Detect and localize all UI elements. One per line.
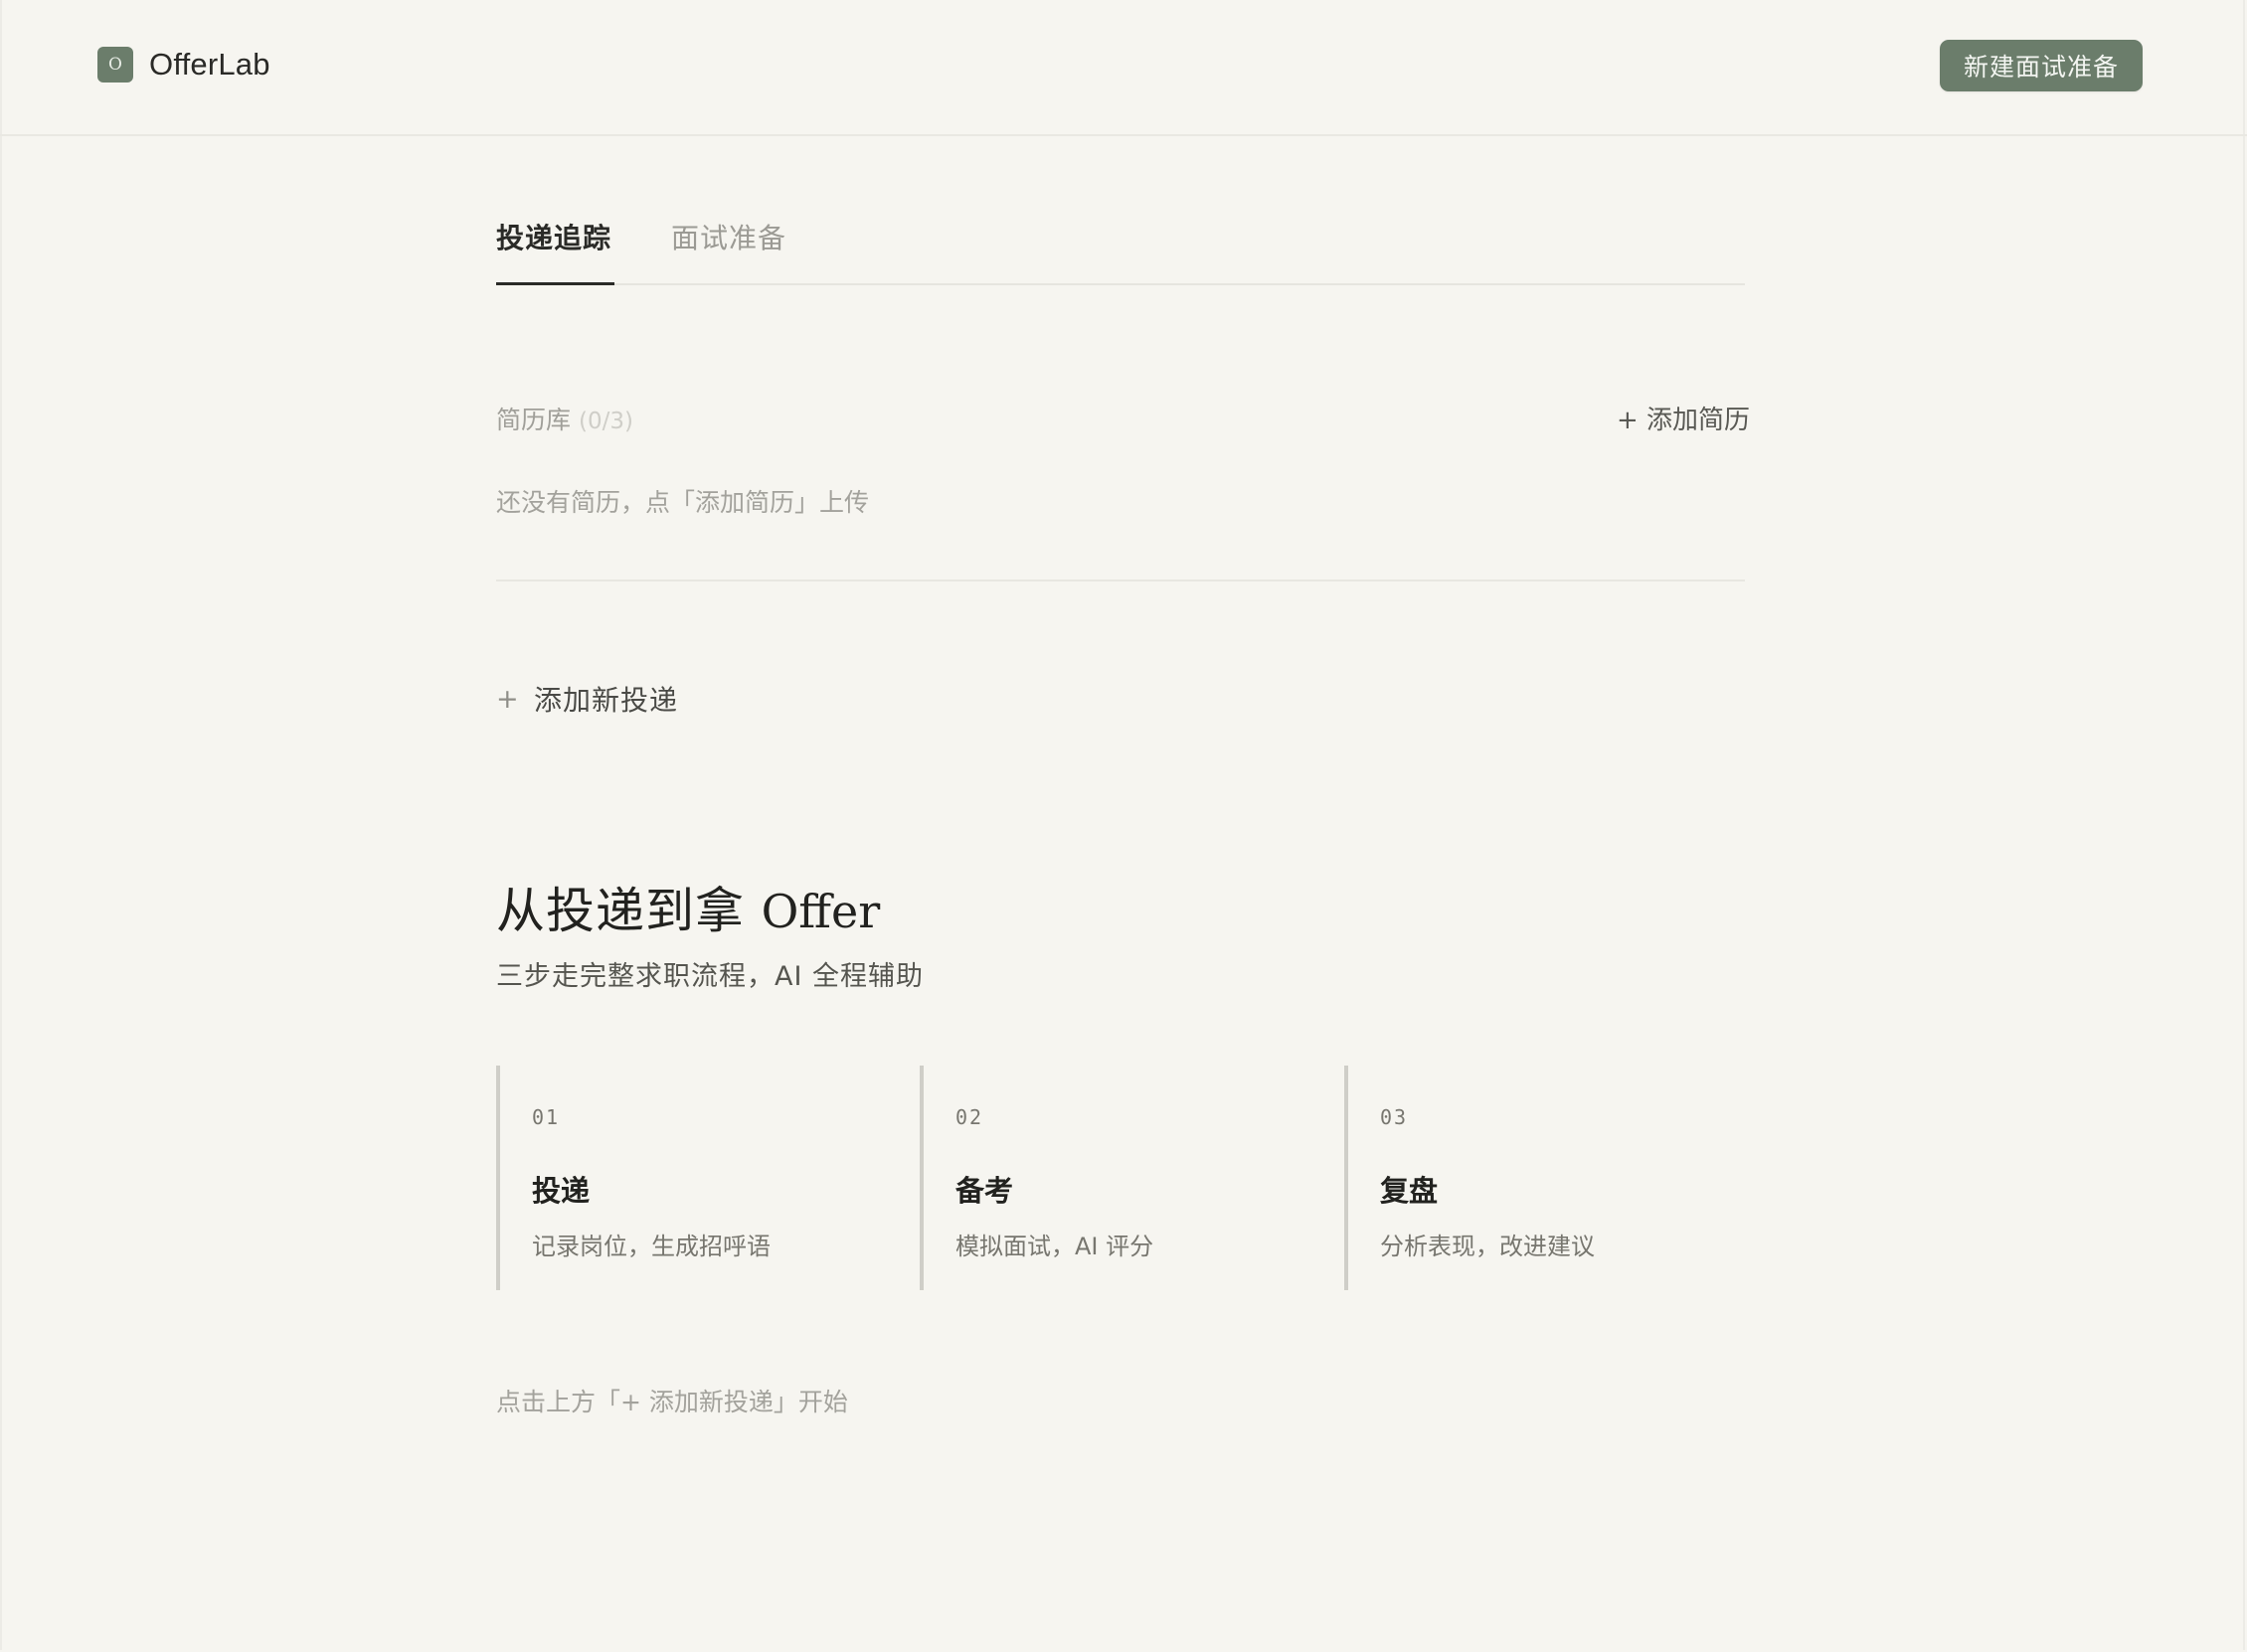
getting-started-hint: 点击上方「+ 添加新投递」开始 <box>496 1388 848 1416</box>
resume-library-title: 简历库 <box>496 406 572 434</box>
hero-title-main: 从投递到拿 <box>496 883 762 939</box>
tab-bar: 投递追踪 面试准备 <box>496 204 1745 285</box>
plus-icon: + <box>496 683 519 715</box>
resume-count: (0/3) <box>578 409 633 434</box>
step-title: 投递 <box>532 1174 591 1208</box>
new-interview-prep-button[interactable]: 新建面试准备 <box>1940 40 2143 91</box>
step-number: 02 <box>955 1105 984 1129</box>
step-number: 01 <box>532 1105 561 1129</box>
hero-title: 从投递到拿 Offer <box>496 872 880 942</box>
tab-interview-prep[interactable]: 面试准备 <box>671 217 786 256</box>
logo-letter: O <box>108 54 122 75</box>
app-name: OfferLab <box>149 47 270 82</box>
app-header: O OfferLab 新建面试准备 <box>0 0 2247 136</box>
section-divider <box>496 579 1745 581</box>
hero-title-offer: Offer <box>761 885 881 938</box>
add-resume-button[interactable]: + 添加简历 <box>1617 400 1750 436</box>
step-description: 分析表现，改进建议 <box>1380 1233 1595 1260</box>
add-submission-button[interactable]: + 添加新投递 <box>496 679 678 719</box>
step-number: 03 <box>1380 1105 1409 1129</box>
step-card-prepare: 02 备考 模拟面试，AI 评分 <box>920 1066 1307 1290</box>
step-card-submit: 01 投递 记录岗位，生成招呼语 <box>496 1066 884 1290</box>
add-submission-label: 添加新投递 <box>534 684 679 717</box>
logo-icon: O <box>97 47 133 83</box>
step-description: 模拟面试，AI 评分 <box>955 1233 1154 1260</box>
resume-empty-state: 还没有简历，点「添加简历」上传 <box>496 488 870 517</box>
step-title: 复盘 <box>1380 1174 1439 1208</box>
resume-library-heading: 简历库 (0/3) <box>496 401 633 436</box>
step-title: 备考 <box>955 1174 1014 1208</box>
hero-subtitle: 三步走完整求职流程，AI 全程辅助 <box>496 961 925 992</box>
step-description: 记录岗位，生成招呼语 <box>532 1233 771 1260</box>
tab-submission-tracking[interactable]: 投递追踪 <box>496 217 615 285</box>
brand[interactable]: O OfferLab <box>97 47 270 83</box>
step-card-review: 03 复盘 分析表现，改进建议 <box>1344 1066 1732 1290</box>
